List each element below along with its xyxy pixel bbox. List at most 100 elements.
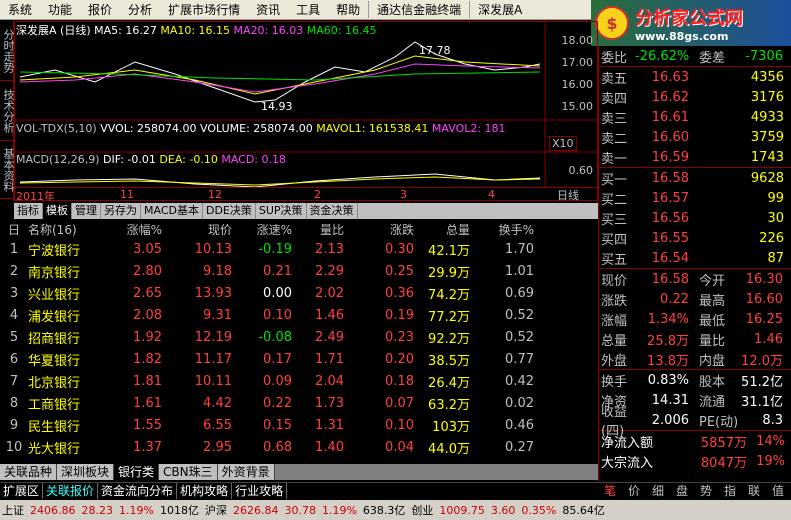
- nav-industry[interactable]: 行业攻略: [232, 483, 288, 499]
- flow-label: 净流入额: [601, 435, 654, 451]
- tab-shenzhen-board[interactable]: 深圳板块: [57, 464, 115, 480]
- tab-cbn[interactable]: CBN珠三: [159, 464, 218, 480]
- turnover: 0.52: [505, 329, 534, 345]
- buys-volume: 30: [767, 210, 784, 226]
- header-turnover[interactable]: 换手%: [470, 221, 534, 238]
- stock-name[interactable]: 兴业银行: [28, 284, 106, 303]
- brand-banner: $ 分析家公式网 www.88gs.com: [591, 0, 791, 46]
- table-row[interactable]: 1 宁波银行 3.05 10.13 -0.19 2.13 0.30 42.1万 1.70: [0, 238, 598, 260]
- header-volume[interactable]: 总量: [414, 221, 470, 238]
- volume: 92.2万: [428, 331, 470, 347]
- right-tab[interactable]: 笔: [598, 483, 622, 499]
- tab-technical[interactable]: 技术分析: [0, 81, 15, 141]
- right-tab[interactable]: 值: [766, 483, 790, 499]
- speed: 0.22: [263, 395, 292, 411]
- quote-label: 外盘: [601, 353, 628, 369]
- stock-name[interactable]: 宁波银行: [28, 240, 106, 259]
- header-updown[interactable]: 涨跌: [344, 221, 414, 238]
- nav-extended[interactable]: 扩展区: [0, 483, 44, 499]
- nav-fund-flow[interactable]: 资金流向分布: [98, 483, 178, 499]
- nav-institution[interactable]: 机构攻略: [177, 483, 233, 499]
- nav-related-quote[interactable]: 关联报价: [43, 483, 99, 499]
- right-tab[interactable]: 势: [694, 483, 718, 499]
- tb-template[interactable]: 模板: [43, 203, 72, 219]
- right-tab[interactable]: 联: [742, 483, 766, 499]
- table-row[interactable]: 6 华夏银行 1.82 11.17 0.17 1.71 0.20 38.5万 0.77: [0, 348, 598, 370]
- tb-manage[interactable]: 管理: [72, 203, 101, 219]
- right-tab[interactable]: 盘: [670, 483, 694, 499]
- table-row[interactable]: 9 民生银行 1.55 6.55 0.15 1.31 0.10 103万 0.46: [0, 414, 598, 436]
- tab-bank[interactable]: 银行类: [114, 464, 160, 480]
- flow-label: 大宗流入: [601, 455, 654, 471]
- table-row[interactable]: 3 兴业银行 2.65 13.93 0.00 2.02 0.36 74.2万 0.69: [0, 282, 598, 304]
- right-tab[interactable]: 价: [622, 483, 646, 499]
- vol-indicator: VOL-TDX(5,10): [16, 122, 97, 135]
- menu-function[interactable]: 功能: [40, 1, 80, 18]
- stock-name[interactable]: 工商银行: [28, 394, 106, 413]
- header-index-icon: 日: [7, 222, 20, 237]
- vol-ratio: 2.02: [315, 285, 344, 301]
- header-name[interactable]: 名称(16): [28, 221, 106, 238]
- speed: 0.10: [263, 307, 292, 323]
- tb-fund[interactable]: 资金决策: [307, 203, 358, 219]
- updown: 0.20: [385, 351, 414, 367]
- tb-indicator[interactable]: 指标: [14, 203, 43, 219]
- right-tab[interactable]: 细: [646, 483, 670, 499]
- stock-name[interactable]: 光大银行: [28, 438, 106, 457]
- menu-extended-market[interactable]: 扩展市场行情: [160, 1, 248, 18]
- table-row[interactable]: 5 招商银行 1.92 12.19 -0.08 2.49 0.23 92.2万 0.52: [0, 326, 598, 348]
- sells-price: 16.60: [651, 129, 689, 145]
- mavol2-label: MAVOL2: 181: [431, 122, 506, 135]
- change-pct: 2.65: [133, 285, 162, 301]
- ma20-label: MA20: 16.03: [233, 24, 304, 37]
- sells-volume: 4933: [750, 109, 784, 125]
- tb-macd[interactable]: MACD基本: [141, 203, 203, 219]
- menu-analysis[interactable]: 分析: [120, 1, 160, 18]
- menu-quote[interactable]: 报价: [80, 1, 120, 18]
- header-vol-ratio[interactable]: 量比: [292, 221, 344, 238]
- stock-name[interactable]: 北京银行: [28, 372, 106, 391]
- table-row[interactable]: 8 工商银行 1.61 4.42 0.22 1.73 0.07 63.2万 0.02: [0, 392, 598, 414]
- tb-dde[interactable]: DDE决策: [203, 203, 256, 219]
- updown: 0.07: [385, 395, 414, 411]
- table-row[interactable]: 4 浦发银行 2.08 9.31 0.10 1.46 0.19 77.2万 0.52: [0, 304, 598, 326]
- speed: -0.19: [258, 241, 292, 257]
- x10-button[interactable]: X10: [549, 136, 577, 151]
- tab-timeshare[interactable]: 分时走势: [0, 21, 15, 81]
- header-change-pct[interactable]: 涨幅%: [106, 221, 162, 238]
- table-row[interactable]: 10 光大银行 1.37 2.95 0.68 1.40 0.04 44.0万 0.27: [0, 436, 598, 458]
- menu-tools[interactable]: 工具: [288, 1, 328, 18]
- stock-name[interactable]: 华夏银行: [28, 350, 106, 369]
- tb-sup[interactable]: SUP决策: [256, 203, 307, 219]
- stock-name[interactable]: 招商银行: [28, 328, 106, 347]
- menu-news[interactable]: 资讯: [248, 1, 288, 18]
- stock-name[interactable]: 南京银行: [28, 262, 106, 281]
- tb-save-as[interactable]: 另存为: [101, 203, 141, 219]
- tab-foreign[interactable]: 外资背景: [217, 464, 275, 480]
- buys-volume: 87: [767, 250, 784, 266]
- table-row[interactable]: 7 北京银行 1.81 10.11 0.09 2.04 0.18 26.4万 0.42: [0, 370, 598, 392]
- stock-title: 深发展A: [469, 1, 530, 18]
- sells-volume: 4356: [750, 69, 784, 85]
- turnover: 1.01: [505, 263, 534, 279]
- change-pct: 2.08: [133, 307, 162, 323]
- y-tick-17: 17.00: [561, 56, 594, 69]
- right-tab[interactable]: 指: [718, 483, 742, 499]
- row-index: 5: [9, 329, 19, 345]
- sells-label: 卖二: [601, 131, 628, 147]
- kline-chart[interactable]: 18.00 17.00 16.00 15.00 17.78 14.93 X10 …: [14, 21, 599, 201]
- tab-related[interactable]: 关联品种: [0, 464, 58, 480]
- header-price[interactable]: 现价: [162, 221, 232, 238]
- stock-name[interactable]: 民生银行: [28, 416, 106, 435]
- period-label[interactable]: 日线: [557, 187, 579, 203]
- ma10-label: MA10: 16.15: [160, 24, 231, 37]
- stock-name[interactable]: 浦发银行: [28, 306, 106, 325]
- speed: 0.09: [263, 373, 292, 389]
- tab-fundamentals[interactable]: 基本资料: [0, 141, 15, 199]
- table-row[interactable]: 2 南京银行 2.80 9.18 0.21 2.29 0.25 29.9万 1.01: [0, 260, 598, 282]
- speed: 0.17: [263, 351, 292, 367]
- menu-help[interactable]: 帮助: [328, 1, 368, 18]
- quote-value: 1.34%: [647, 311, 689, 327]
- header-speed[interactable]: 涨速%: [232, 221, 292, 238]
- menu-system[interactable]: 系统: [0, 1, 40, 18]
